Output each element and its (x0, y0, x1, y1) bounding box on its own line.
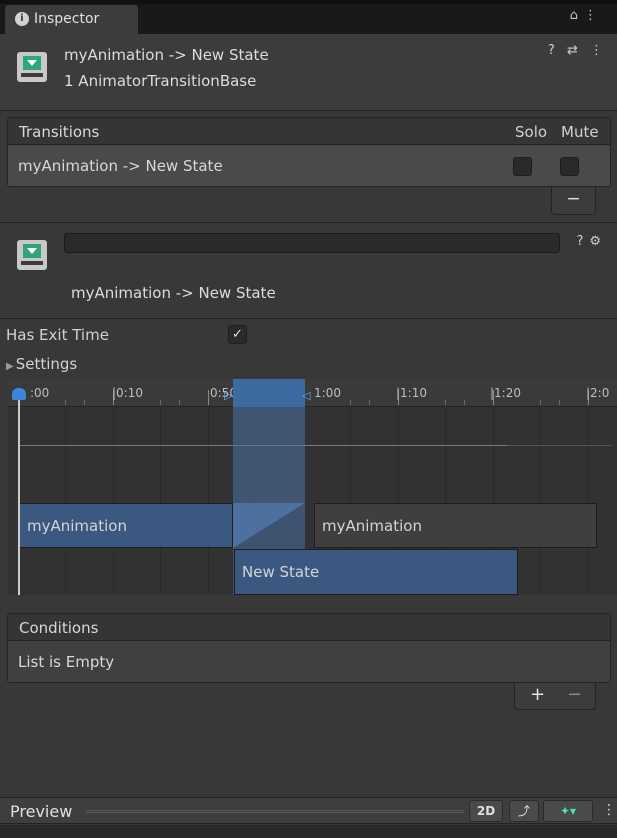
clip-label: myAnimation (27, 517, 127, 535)
transition-icon (17, 52, 47, 82)
list-item[interactable]: myAnimation -> New State (8, 146, 610, 186)
header-title: myAnimation -> New State (64, 46, 269, 64)
tick-label: :00 (30, 386, 50, 400)
gear-icon[interactable]: ⚙ (589, 234, 607, 249)
section-tools[interactable]: ?⚙ (576, 234, 607, 249)
transitions-title: Transitions (19, 123, 100, 141)
conditions-title: Conditions (19, 619, 99, 637)
transition-end-marker-icon[interactable]: ◁ (302, 389, 310, 402)
preview-drag-handle[interactable] (86, 810, 464, 813)
kebab-menu-icon[interactable]: ⋮ (584, 8, 603, 23)
tab-inspector-label: Inspector (34, 11, 100, 27)
presets-icon[interactable]: ⇄ (567, 43, 582, 58)
preview-menu-icon[interactable]: ⋮ (602, 802, 616, 818)
avatar-icon[interactable]: ✦▾ (543, 800, 593, 822)
divider (0, 222, 617, 223)
has-exit-time-checkbox[interactable]: ✓ (228, 325, 247, 344)
header-tools[interactable]: ? ⇄ ⋮ (548, 43, 607, 58)
transition-start-marker-icon[interactable]: ▷ (224, 389, 232, 402)
context-menu-icon[interactable]: ⋮ (590, 43, 607, 58)
foldout-arrow-icon: ▶ (6, 361, 14, 372)
inspector-header: myAnimation -> New State 1 AnimatorTrans… (0, 34, 617, 111)
conditions-list: Conditions List is Empty (7, 613, 611, 683)
transition-state-icon (17, 240, 47, 270)
mute-checkbox[interactable] (560, 157, 579, 176)
preview-title: Preview (10, 802, 73, 821)
settings-label: Settings (15, 355, 78, 373)
header-subtitle: 1 AnimatorTransitionBase (64, 72, 257, 90)
help-icon[interactable]: ? (548, 43, 559, 58)
playhead-handle[interactable] (12, 388, 26, 400)
2d-toggle-button[interactable]: 2D (469, 800, 503, 822)
mute-column-label: Mute (561, 123, 599, 141)
solo-checkbox[interactable] (513, 157, 532, 176)
conditions-header: Conditions (8, 614, 610, 641)
transitions-header: Transitions Solo Mute (8, 118, 610, 145)
transition-name: myAnimation -> New State (18, 157, 223, 175)
source-clip-tail[interactable]: myAnimation (314, 503, 597, 548)
tick-label: |2:0 (586, 386, 610, 400)
timeline-ruler: :00 |0:10 0:50 1:00 |1:10 |1:20 |2:0 (8, 379, 617, 407)
lock-and-menu-icons[interactable]: ⌂⋮ (570, 8, 603, 23)
preview-controls (0, 825, 617, 838)
conditions-add-remove: + − (514, 683, 596, 710)
weight-curve-tail (507, 445, 612, 446)
add-condition-button[interactable]: + (530, 684, 545, 705)
transition-name-field[interactable] (64, 233, 560, 253)
transition-range-handle[interactable] (233, 379, 305, 407)
source-clip-bar[interactable]: myAnimation (19, 503, 233, 548)
playhead[interactable] (18, 399, 20, 595)
destination-clip-bar[interactable]: New State (234, 549, 518, 595)
tick-label: |0:10 (112, 386, 143, 400)
remove-condition-button[interactable]: − (567, 684, 582, 705)
preview-bar[interactable]: Preview 2D ⤴ ✦▾ ⋮ (0, 797, 617, 824)
tick-label: |1:20 (490, 386, 521, 400)
transition-label: myAnimation -> New State (71, 284, 276, 302)
pivot-icon[interactable]: ⤴ (509, 800, 539, 822)
transitions-list: Transitions Solo Mute myAnimation -> New… (7, 117, 611, 187)
help-icon[interactable]: ? (576, 234, 589, 249)
clip-label: myAnimation (322, 517, 422, 535)
clip-label: New State (242, 563, 320, 581)
info-icon: i (15, 12, 29, 26)
conditions-empty-text: List is Empty (18, 653, 115, 671)
solo-column-label: Solo (515, 123, 548, 141)
tab-inspector[interactable]: i Inspector (5, 5, 138, 35)
settings-foldout[interactable]: ▶ Settings (6, 355, 77, 373)
lock-icon[interactable]: ⌂ (570, 8, 584, 23)
tick-label: 1:00 (314, 386, 341, 400)
tick-label: |1:10 (396, 386, 427, 400)
has-exit-time-label: Has Exit Time (6, 326, 109, 344)
divider (0, 318, 617, 319)
remove-transition-button[interactable]: − (551, 187, 596, 215)
